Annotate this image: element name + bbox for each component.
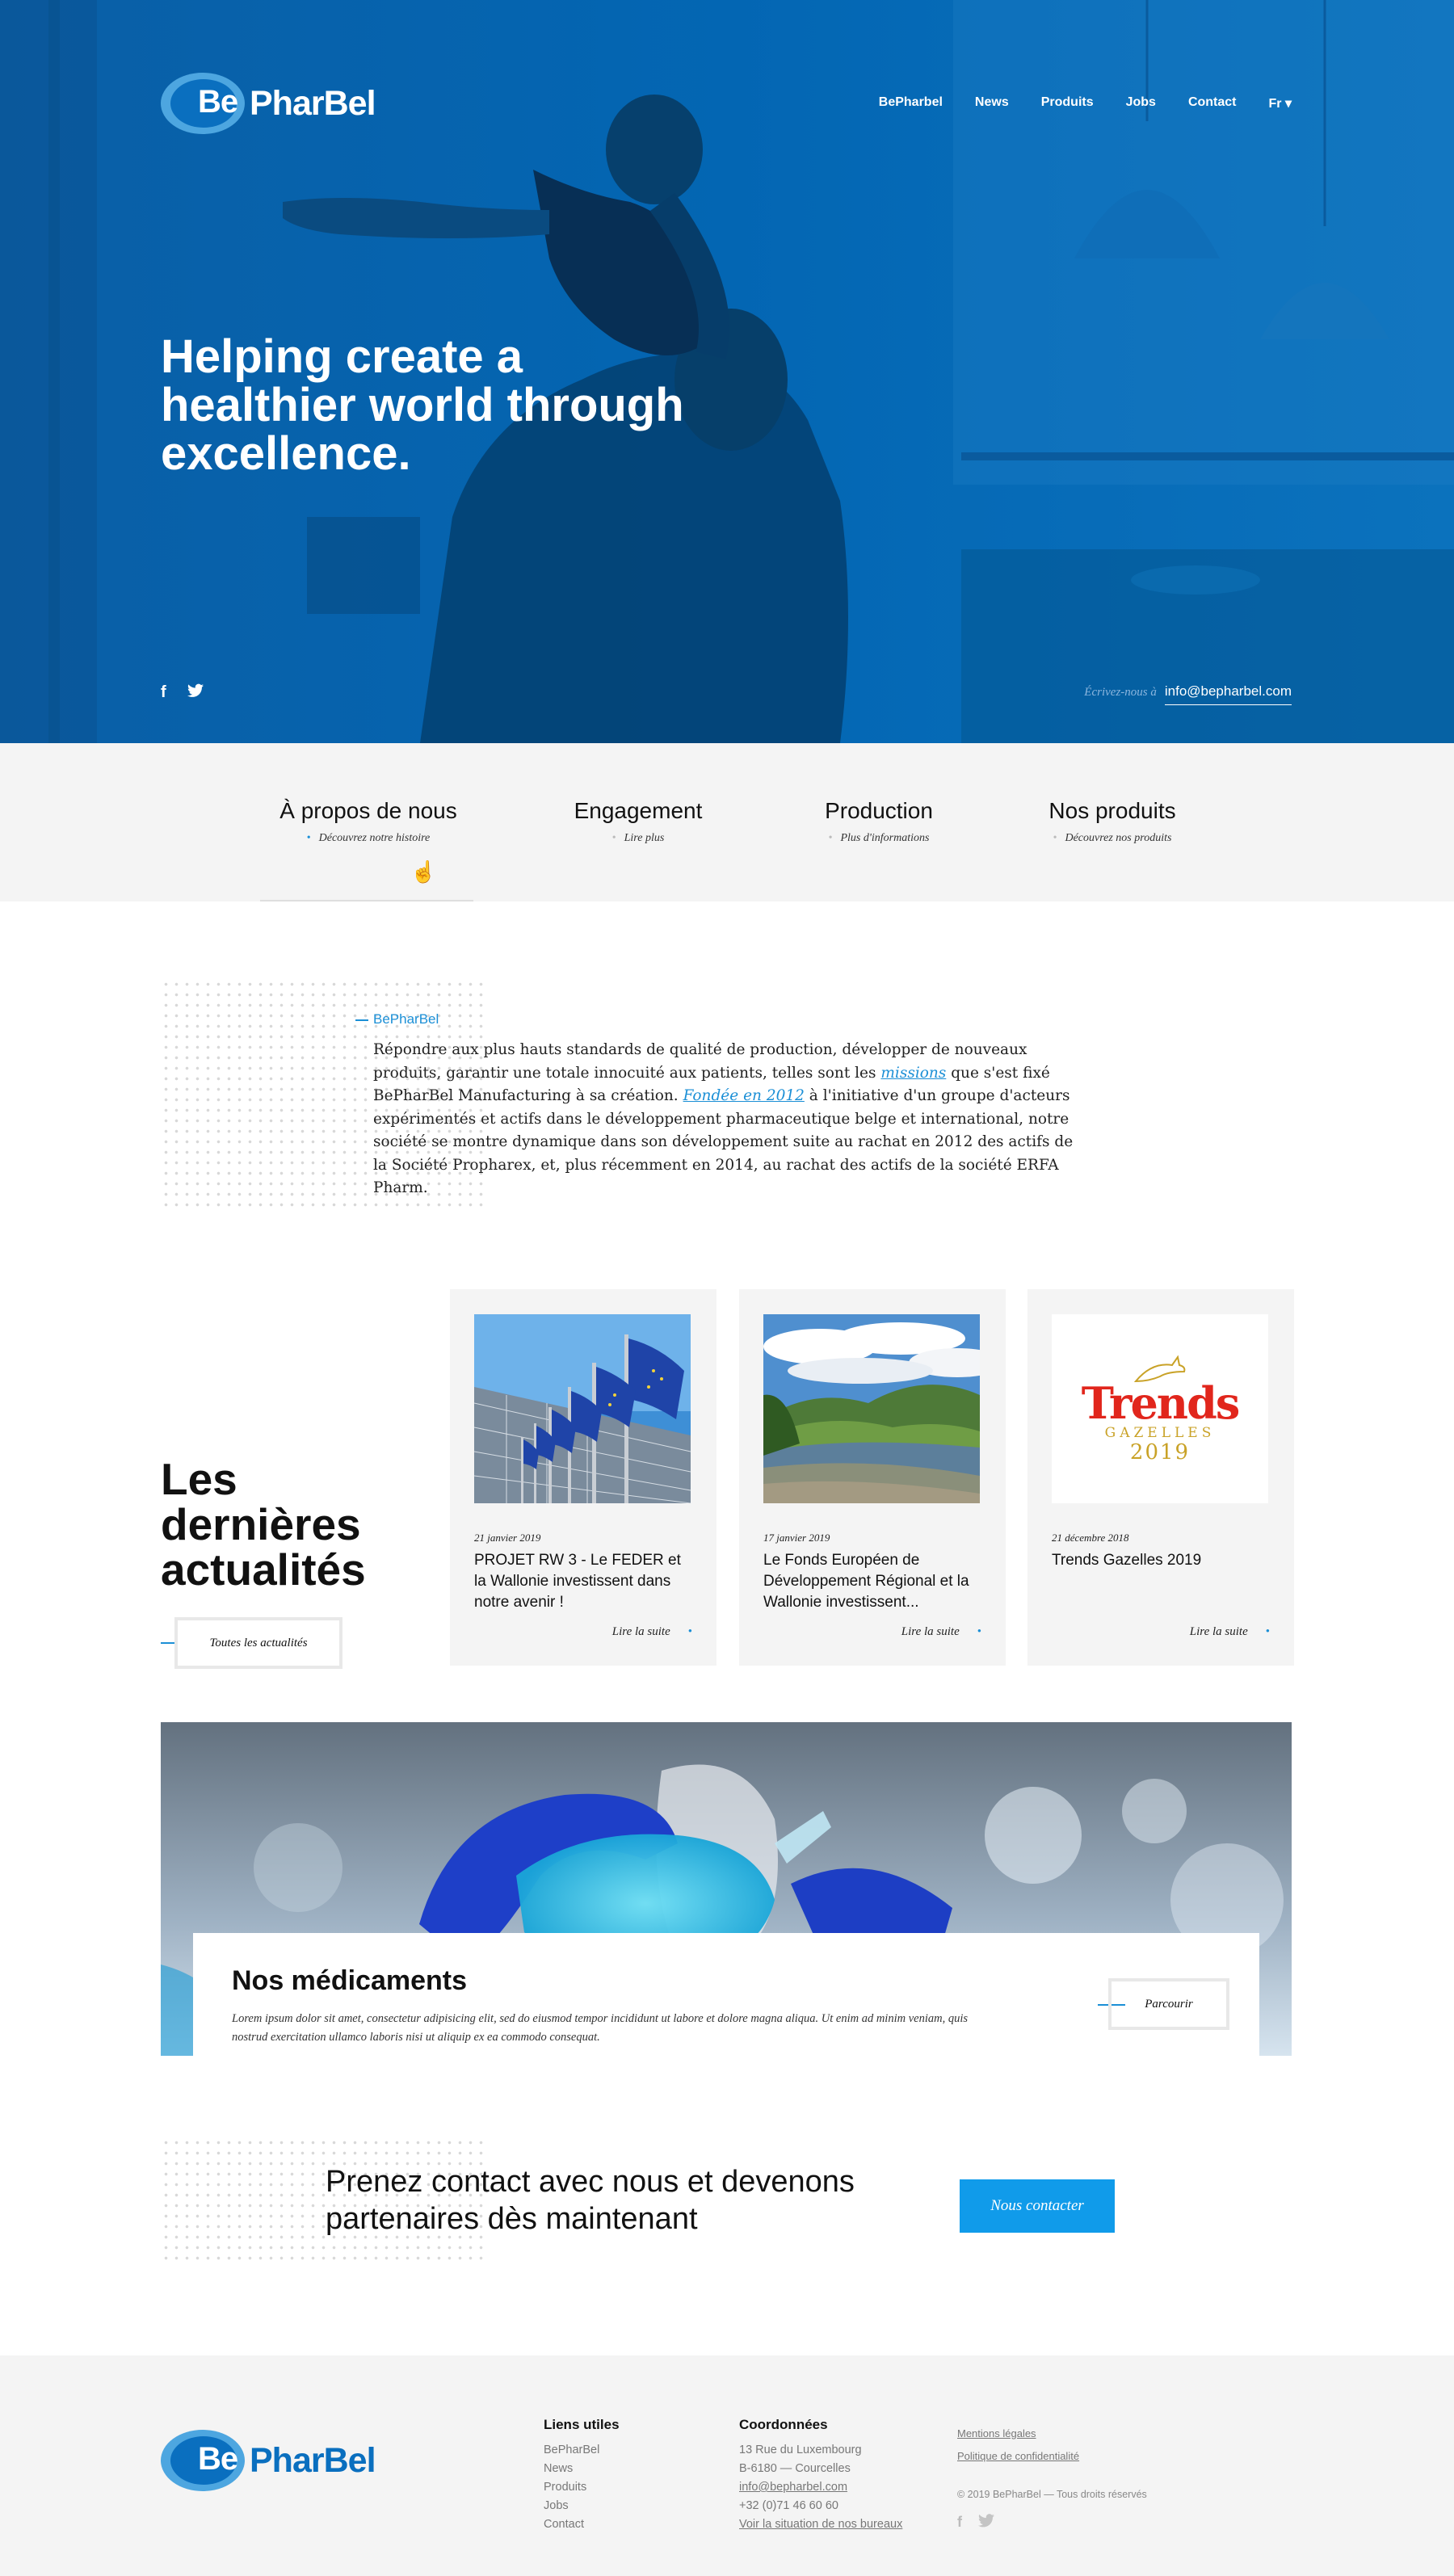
footer-map-link[interactable]: Voir la situation de nos bureaux (739, 2515, 902, 2534)
logo-name-text: PharBel (250, 83, 376, 123)
medicines-description: Lorem ipsum dolor sit amet, consectetur … (232, 2012, 969, 2044)
feature-about[interactable]: À propos de nous Découvrez notre histoir… (255, 798, 481, 845)
contact-heading-line: partenaires dès maintenant (326, 2202, 698, 2236)
news-card[interactable]: Trends GAZELLES 2019 21 décembre 2018 Tr… (1027, 1289, 1294, 1666)
footer-link[interactable]: Contact (544, 2515, 620, 2534)
news-title[interactable]: Trends Gazelles 2019 (1052, 1550, 1270, 1571)
main-nav: BePharbel News Produits Jobs Contact Fr … (879, 95, 1292, 111)
hero-section: Be PharBel BePharbel News Produits Jobs … (0, 0, 1454, 743)
feature-engagement[interactable]: Engagement Lire plus (525, 798, 751, 845)
legal-notice-link[interactable]: Mentions légales (957, 2423, 1079, 2445)
news-date: 21 janvier 2019 (474, 1532, 541, 1544)
pointer-cursor-icon: ☝ (410, 859, 437, 884)
footer-link[interactable]: BePharBel (544, 2441, 620, 2460)
news-heading-line: actualités (161, 1544, 366, 1595)
footer-links-title: Liens utiles (544, 2417, 620, 2432)
footer-phone[interactable]: +32 (0)71 46 60 60 (739, 2497, 902, 2515)
nav-item-produits[interactable]: Produits (1041, 95, 1094, 111)
hero-email: Écrivez-nous à info@bepharbel.com (1084, 683, 1292, 705)
footer-legal: Mentions légales Politique de confidenti… (957, 2423, 1079, 2468)
features-bar: À propos de nous Découvrez notre histoir… (0, 743, 1454, 901)
feature-products-title: Nos produits (1048, 798, 1176, 823)
gazelles-word: GAZELLES (1104, 1425, 1216, 1441)
news-date: 21 décembre 2018 (1052, 1532, 1129, 1544)
founded-link[interactable]: Fondée en 2012 (683, 1087, 805, 1104)
footer: Be PharBel Liens utiles BePharBel News P… (0, 2355, 1454, 2576)
missions-link[interactable]: missions (880, 1065, 946, 1082)
feature-production-title: Production (825, 798, 933, 823)
read-more-link[interactable]: Lire la suite (612, 1625, 692, 1639)
feature-about-subtitle: Découvrez notre histoire (255, 832, 481, 845)
nav-item-jobs[interactable]: Jobs (1126, 95, 1156, 111)
contact-heading: Prenez contact avec nous et devenons par… (326, 2163, 939, 2238)
twitter-icon[interactable] (187, 683, 204, 698)
footer-contact-title: Coordonnées (739, 2417, 828, 2432)
trends-gazelles-logo: Trends GAZELLES 2019 (1052, 1314, 1268, 1503)
feature-production[interactable]: Production Plus d'informations (766, 798, 992, 845)
news-heading-line: dernières (161, 1499, 361, 1549)
about-kicker: BePharBel (355, 1011, 439, 1027)
feature-products[interactable]: Nos produits Découvrez nos produits (999, 798, 1225, 845)
facebook-icon[interactable]: f (957, 2514, 962, 2531)
read-more-link[interactable]: Lire la suite (901, 1625, 981, 1639)
footer-link[interactable]: Produits (544, 2478, 620, 2497)
footer-address: B-6180 — Courcelles (739, 2462, 851, 2475)
news-heading-line: Les (161, 1454, 237, 1504)
copyright: © 2019 BePharBel — Tous droits réservés (957, 2489, 1147, 2500)
email-link[interactable]: info@bepharbel.com (1164, 683, 1292, 705)
header-logo[interactable]: Be PharBel (161, 73, 376, 134)
privacy-policy-link[interactable]: Politique de confidentialité (957, 2445, 1079, 2468)
footer-contact: Coordonnées 13 Rue du Luxembourg B-6180 … (739, 2417, 902, 2534)
feature-products-subtitle: Découvrez nos produits (999, 832, 1225, 845)
logo-be-text: Be (198, 84, 238, 120)
logo-name-text: PharBel (250, 2440, 376, 2480)
news-heading: Les dernières actualités (161, 1456, 366, 1592)
read-more-link[interactable]: Lire la suite (1190, 1625, 1270, 1639)
feature-about-title: À propos de nous (279, 798, 457, 823)
feature-active-underline (260, 900, 473, 901)
trends-word: Trends (1081, 1377, 1240, 1429)
footer-socials: f (957, 2514, 994, 2531)
footer-logo[interactable]: Be PharBel (161, 2430, 376, 2491)
twitter-icon[interactable] (978, 2514, 994, 2528)
contact-heading-line: Prenez contact avec nous et devenons (326, 2165, 855, 2199)
footer-link[interactable]: News (544, 2460, 620, 2478)
nav-item-contact[interactable]: Contact (1188, 95, 1237, 111)
contact-us-button[interactable]: Nous contacter (960, 2179, 1115, 2233)
footer-address: 13 Rue du Luxembourg (739, 2444, 862, 2456)
hero-title: Helping create a healthier world through… (161, 330, 684, 480)
footer-link[interactable]: Jobs (544, 2497, 620, 2515)
medicines-title: Nos médicaments (232, 1965, 467, 1996)
nav-item-news[interactable]: News (975, 95, 1009, 111)
news-card[interactable]: 21 janvier 2019 PROJET RW 3 - Le FEDER e… (450, 1289, 716, 1666)
browse-button[interactable]: Parcourir (1108, 1978, 1229, 2030)
footer-links: Liens utiles BePharBel News Produits Job… (544, 2417, 620, 2534)
eu-flags-image (474, 1314, 691, 1503)
footer-email-link[interactable]: info@bepharbel.com (739, 2478, 902, 2497)
nav-item-bepharbel[interactable]: BePharbel (879, 95, 943, 111)
news-date: 17 janvier 2019 (763, 1532, 830, 1544)
hero-socials: f (161, 683, 204, 702)
trends-year: 2019 (1129, 1440, 1191, 1464)
feature-engagement-title: Engagement (574, 798, 703, 823)
news-title[interactable]: PROJET RW 3 - Le FEDER et la Wallonie in… (474, 1550, 692, 1613)
river-landscape-image (763, 1314, 980, 1503)
logo-be-text: Be (198, 2441, 238, 2477)
facebook-icon[interactable]: f (161, 683, 166, 702)
feature-production-subtitle: Plus d'informations (766, 832, 992, 845)
news-title[interactable]: Le Fonds Européen de Développement Régio… (763, 1550, 981, 1613)
all-news-button[interactable]: Toutes les actualités (174, 1617, 342, 1669)
feature-engagement-subtitle: Lire plus (525, 832, 751, 845)
language-select[interactable]: Fr ▾ (1269, 95, 1292, 111)
about-text: Répondre aux plus hauts standards de qua… (373, 1039, 1076, 1200)
medicines-panel: Nos médicaments Lorem ipsum dolor sit am… (193, 1933, 1259, 2057)
email-label: Écrivez-nous à (1084, 686, 1157, 699)
news-card[interactable]: 17 janvier 2019 Le Fonds Européen de Dév… (739, 1289, 1006, 1666)
